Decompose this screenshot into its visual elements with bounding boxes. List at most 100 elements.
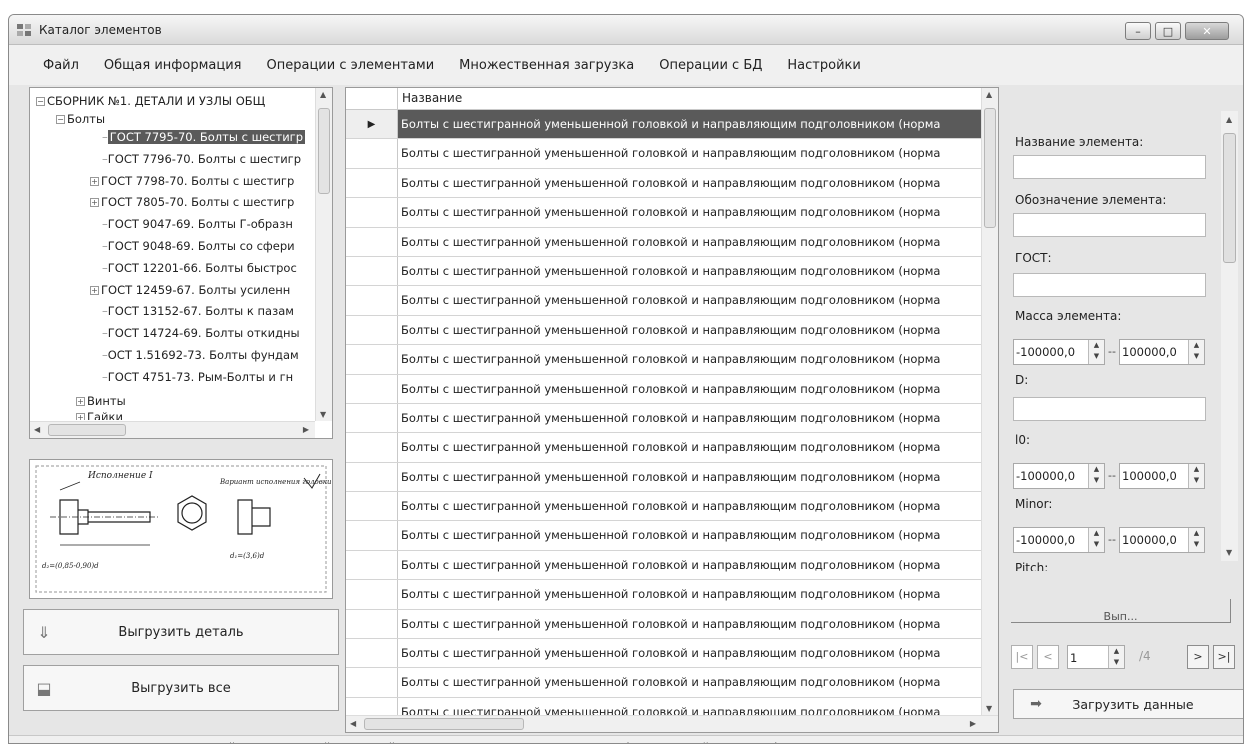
expand-icon[interactable]: + xyxy=(90,285,99,295)
table-row[interactable]: Болты с шестигранной уменьшенной головко… xyxy=(346,492,981,522)
scroll-thumb[interactable] xyxy=(364,718,524,730)
filter-vertical-scrollbar[interactable]: ▲ ▼ xyxy=(1221,111,1238,561)
row-header[interactable] xyxy=(346,315,398,345)
tree-item[interactable]: –ГОСТ 12201-66. Болты быстрос xyxy=(102,259,297,277)
menu-bulk-load[interactable]: Множественная загрузка xyxy=(459,58,634,73)
table-row[interactable]: Болты с шестигранной уменьшенной головко… xyxy=(346,521,981,551)
scroll-left-icon[interactable]: ◀ xyxy=(34,425,40,434)
scroll-thumb[interactable] xyxy=(984,108,996,228)
row-header[interactable] xyxy=(346,492,398,521)
table-row[interactable]: Болты с шестигранной уменьшенной головко… xyxy=(346,256,981,287)
grid-horizontal-scrollbar[interactable]: ◀ ▶ xyxy=(346,715,998,732)
cell-name[interactable]: Болты с шестигранной уменьшенной головко… xyxy=(398,375,981,403)
row-header[interactable] xyxy=(346,639,398,668)
spinner-arrows-icon[interactable]: ▲ ▼ xyxy=(1108,646,1124,668)
cell-name[interactable]: Болты с шестигранной уменьшенной головко… xyxy=(398,551,981,579)
partial-apply-button[interactable]: Вып... xyxy=(1011,599,1231,623)
row-header[interactable] xyxy=(346,286,398,315)
table-row[interactable]: Болты с шестигранной уменьшенной головко… xyxy=(346,462,981,493)
scroll-left-icon[interactable]: ◀ xyxy=(350,719,356,728)
minor-min-spinner[interactable]: -100000,0 ▲ ▼ xyxy=(1013,527,1105,553)
row-header[interactable] xyxy=(346,345,398,374)
collapse-icon[interactable]: − xyxy=(36,97,45,106)
row-header[interactable] xyxy=(346,697,398,715)
cell-name[interactable]: Болты с шестигранной уменьшенной головко… xyxy=(398,286,981,314)
row-header[interactable] xyxy=(346,580,398,609)
scroll-thumb[interactable] xyxy=(1223,133,1236,263)
row-header[interactable] xyxy=(346,550,398,580)
spinner-arrows-icon[interactable]: ▲ ▼ xyxy=(1088,464,1104,488)
unload-all-button[interactable]: ⬓ Выгрузить все xyxy=(23,665,339,711)
tree-item[interactable]: –ОСТ 1.51692-73. Болты фундам xyxy=(102,346,299,364)
scroll-up-icon[interactable]: ▲ xyxy=(1226,115,1232,124)
elements-grid[interactable]: Название ▶ Болты с шестигранной уменьшенн… xyxy=(345,87,999,733)
mass-max-spinner[interactable]: 100000,0 ▲ ▼ xyxy=(1119,339,1205,365)
table-row[interactable]: Болты с шестигранной уменьшенной головко… xyxy=(346,668,981,698)
table-row[interactable]: Болты с шестигранной уменьшенной головко… xyxy=(346,403,981,434)
tree-item[interactable]: –ГОСТ 9047-69. Болты Г-образн xyxy=(102,215,293,233)
cell-name[interactable]: Болты с шестигранной уменьшенной головко… xyxy=(398,228,981,256)
scroll-up-icon[interactable]: ▲ xyxy=(986,90,992,99)
last-page-button[interactable]: >| xyxy=(1213,645,1235,669)
table-row[interactable]: Болты с шестигранной уменьшенной головко… xyxy=(346,697,981,715)
tree-root[interactable]: − СБОРНИК №1. ДЕТАЛИ И УЗЛЫ ОБЩ xyxy=(36,92,265,110)
scroll-right-icon[interactable]: ▶ xyxy=(303,425,309,434)
spinner-arrows-icon[interactable]: ▲ ▼ xyxy=(1088,528,1104,552)
scroll-right-icon[interactable]: ▶ xyxy=(970,719,976,728)
tree-item[interactable]: –ГОСТ 9048-69. Болты со сфери xyxy=(102,237,295,255)
page-spinner[interactable]: 1 ▲ ▼ xyxy=(1067,645,1125,669)
mass-min-spinner[interactable]: -100000,0 ▲ ▼ xyxy=(1013,339,1105,365)
table-row[interactable]: Болты с шестигранной уменьшенной головко… xyxy=(346,639,981,669)
tree-item[interactable]: – ГОСТ 7795-70. Болты с шестигр xyxy=(102,128,306,146)
row-header[interactable] xyxy=(346,168,398,198)
row-header[interactable] xyxy=(346,227,398,256)
tree-item[interactable]: –ГОСТ 13152-67. Болты к пазам xyxy=(102,302,294,320)
spinner-arrows-icon[interactable]: ▲ ▼ xyxy=(1188,340,1204,364)
tree-item[interactable]: –ГОСТ 4751-73. Рым-Болты и гн xyxy=(102,368,293,386)
minor-max-spinner[interactable]: 100000,0 ▲ ▼ xyxy=(1119,527,1205,553)
menu-db-operations[interactable]: Операции с БД xyxy=(659,58,762,73)
row-header[interactable] xyxy=(346,198,398,227)
expand-icon[interactable]: + xyxy=(90,198,99,208)
grid-vertical-scrollbar[interactable]: ▲ ▼ xyxy=(981,88,998,715)
prev-page-button[interactable]: < xyxy=(1037,645,1059,669)
table-row[interactable]: Болты с шестигранной уменьшенной головко… xyxy=(346,139,981,169)
cell-name[interactable]: Болты с шестигранной уменьшенной головко… xyxy=(398,433,981,461)
cell-name[interactable]: Болты с шестигранной уменьшенной головко… xyxy=(398,639,981,667)
cell-name[interactable]: Болты с шестигранной уменьшенной головко… xyxy=(398,169,981,197)
spinner-arrows-icon[interactable]: ▲ ▼ xyxy=(1188,464,1204,488)
cell-name[interactable]: Болты с шестигранной уменьшенной головко… xyxy=(398,668,981,696)
row-header[interactable] xyxy=(346,433,398,462)
expand-icon[interactable]: + xyxy=(76,397,85,406)
catalog-tree[interactable]: − СБОРНИК №1. ДЕТАЛИ И УЗЛЫ ОБЩ − Болты – Г… xyxy=(29,87,333,439)
d-input[interactable] xyxy=(1013,397,1206,421)
table-row[interactable]: Болты с шестигранной уменьшенной головко… xyxy=(346,227,981,257)
cell-name[interactable]: Болты с шестигранной уменьшенной головко… xyxy=(398,463,981,491)
cell-name[interactable]: Болты с шестигранной уменьшенной головко… xyxy=(398,139,981,167)
spinner-arrows-icon[interactable]: ▲ ▼ xyxy=(1188,528,1204,552)
cell-name[interactable]: Болты с шестигранной уменьшенной головко… xyxy=(398,110,981,139)
row-header[interactable] xyxy=(346,139,398,168)
tree-item[interactable]: + ГОСТ 12459-67. Болты усиленн xyxy=(90,281,290,299)
table-row[interactable]: Болты с шестигранной уменьшенной головко… xyxy=(346,580,981,610)
expand-icon[interactable]: + xyxy=(76,413,85,420)
scroll-up-icon[interactable]: ▲ xyxy=(320,90,326,99)
cell-name[interactable]: Болты с шестигранной уменьшенной головко… xyxy=(398,610,981,638)
gost-input[interactable] xyxy=(1013,273,1206,297)
load-data-button[interactable]: ➡ Загрузить данные xyxy=(1013,689,1243,719)
row-header[interactable] xyxy=(346,403,398,433)
spinner-arrows-icon[interactable]: ▲ ▼ xyxy=(1088,340,1104,364)
cell-name[interactable]: Болты с шестигранной уменьшенной головко… xyxy=(398,257,981,285)
table-row[interactable]: Болты с шестигранной уменьшенной головко… xyxy=(346,374,981,404)
table-row[interactable]: Болты с шестигранной уменьшенной головко… xyxy=(346,345,981,375)
scroll-down-icon[interactable]: ▼ xyxy=(986,704,992,713)
tree-horizontal-scrollbar[interactable]: ◀ ▶ xyxy=(30,421,315,438)
table-row[interactable]: Болты с шестигранной уменьшенной головко… xyxy=(346,315,981,346)
table-row[interactable]: Болты с шестигранной уменьшенной головко… xyxy=(346,609,981,640)
scroll-down-icon[interactable]: ▼ xyxy=(1226,548,1232,557)
scroll-down-icon[interactable]: ▼ xyxy=(320,410,326,419)
menu-general-info[interactable]: Общая информация xyxy=(104,58,242,73)
table-row[interactable]: ▶ Болты с шестигранной уменьшенной головк… xyxy=(346,110,981,140)
tree-item[interactable]: –ГОСТ 7796-70. Болты с шестигр xyxy=(102,150,301,168)
row-header[interactable] xyxy=(346,462,398,492)
